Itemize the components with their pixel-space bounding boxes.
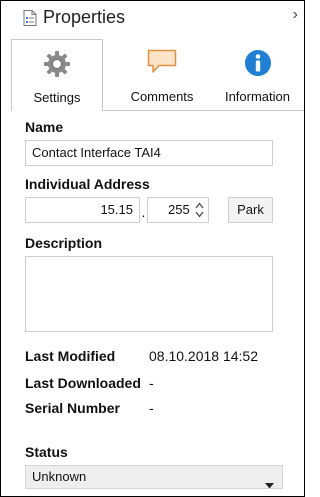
last-downloaded-value: - <box>149 375 154 391</box>
tab-comments-label: Comments <box>130 89 194 104</box>
tab-settings[interactable]: Settings <box>11 39 103 112</box>
serial-number-value: - <box>149 400 154 416</box>
spinner-arrows[interactable] <box>195 200 204 220</box>
gear-icon <box>43 50 71 83</box>
individual-address-label: Individual Address <box>25 176 150 192</box>
info-icon <box>244 49 272 82</box>
description-label: Description <box>25 235 103 251</box>
address-device-value: 255 <box>168 202 190 217</box>
last-modified-label: Last Modified <box>25 348 116 364</box>
park-button[interactable]: Park <box>228 197 273 223</box>
address-area-line-value: 15.15 <box>100 202 133 217</box>
properties-panel: Properties › Settings Comments Informati… <box>0 0 305 497</box>
status-select[interactable]: Unknown <box>25 465 283 489</box>
comment-icon <box>147 49 177 80</box>
panel-header: Properties › <box>1 1 304 34</box>
name-label: Name <box>25 119 64 135</box>
last-downloaded-label: Last Downloaded <box>25 375 141 391</box>
document-properties-icon <box>23 10 37 31</box>
tab-information[interactable]: Information <box>211 39 304 111</box>
tab-comments[interactable]: Comments <box>117 39 207 111</box>
address-separator: . <box>141 204 146 220</box>
description-textarea[interactable] <box>25 256 273 332</box>
chevron-down-icon <box>265 474 274 496</box>
panel-title: Properties <box>43 7 126 27</box>
status-label: Status <box>25 444 68 460</box>
last-modified-value: 08.10.2018 14:52 <box>149 348 258 364</box>
address-area-line-field[interactable]: 15.15 <box>25 197 140 223</box>
address-device-spinner[interactable]: 255 <box>147 197 209 223</box>
tab-information-label: Information <box>224 89 291 104</box>
serial-number-label: Serial Number <box>25 400 120 416</box>
collapse-chevron-icon[interactable]: › <box>293 6 298 24</box>
status-select-value: Unknown <box>32 469 87 484</box>
tab-bar: Settings Comments Information <box>11 39 304 112</box>
name-field[interactable]: Contact Interface TAI4 <box>25 140 273 166</box>
tab-settings-label: Settings <box>33 90 81 105</box>
name-field-value: Contact Interface TAI4 <box>32 145 161 160</box>
